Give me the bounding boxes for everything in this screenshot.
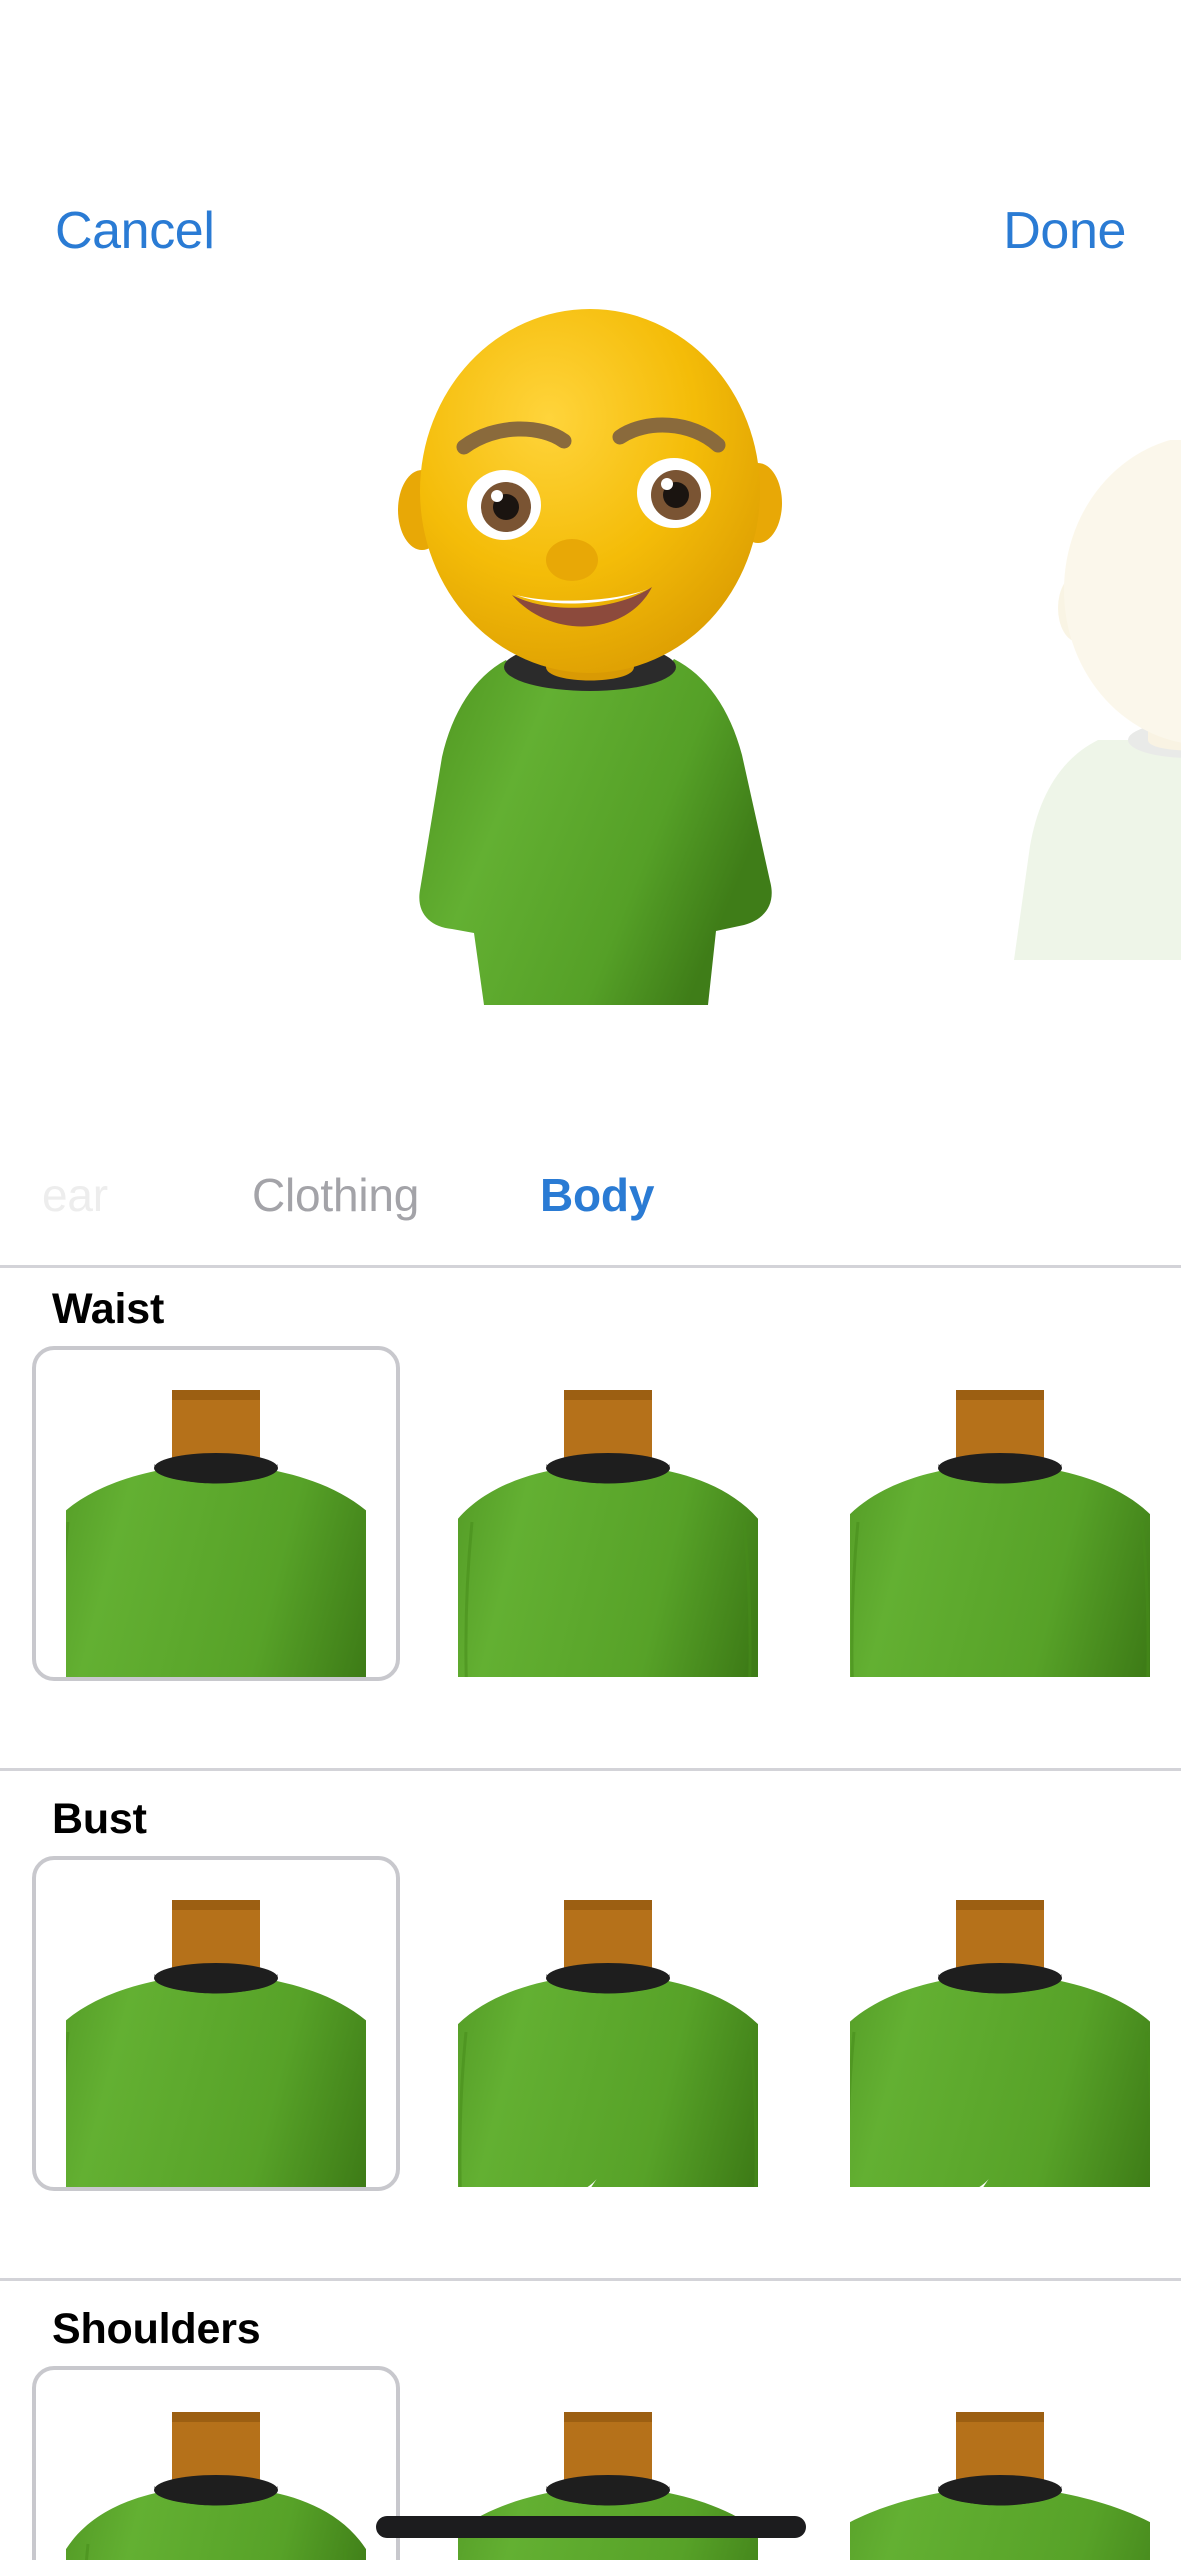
waist-option-1[interactable] — [424, 1346, 792, 1681]
bust-thumb-1 — [428, 1874, 788, 2187]
waist-option-2[interactable] — [816, 1346, 1181, 1681]
shoulders-option-0[interactable] — [32, 2366, 400, 2560]
ghost-shirt — [1014, 740, 1181, 960]
avatar-memoji-next-preview[interactable] — [1008, 437, 1181, 1000]
shoulders-option-2[interactable] — [816, 2366, 1181, 2560]
avatar-memoji-current[interactable] — [356, 305, 826, 1015]
avatar-eye-glint-left — [490, 490, 503, 502]
divider-below-waist — [0, 1768, 1181, 1771]
bust-option-0[interactable] — [32, 1856, 400, 2191]
memoji-ghost-illustration — [1014, 437, 1181, 960]
avatar-eye-glint-right — [660, 478, 673, 490]
bust-option-2[interactable] — [816, 1856, 1181, 2191]
waist-thumb-2 — [820, 1364, 1180, 1677]
avatar-preview-carousel[interactable] — [0, 285, 1181, 1130]
ghost-head — [1064, 437, 1181, 743]
divider-below-bust — [0, 2278, 1181, 2281]
waist-thumb-1 — [429, 1364, 786, 1677]
bust-thumb-2 — [820, 1874, 1180, 2187]
navigation-bar: Cancel Done — [0, 0, 1181, 285]
section-waist: Waist — [0, 1285, 1181, 1765]
tab-body[interactable]: Body — [540, 1168, 654, 1222]
section-title-shoulders: Shoulders — [52, 2305, 261, 2353]
section-bust: Bust — [0, 1795, 1181, 2275]
tab-headwear[interactable]: ear — [42, 1168, 108, 1222]
memoji-illustration — [397, 309, 782, 1005]
shoulders-thumb-0 — [59, 2386, 373, 2560]
avatar-shirt — [418, 659, 772, 1005]
category-tab-bar[interactable]: ear Clothing Body — [0, 1130, 1181, 1260]
waist-option-0[interactable] — [32, 1346, 400, 1681]
divider-below-tabs — [0, 1265, 1181, 1268]
section-title-waist: Waist — [52, 1285, 165, 1333]
section-title-bust: Bust — [52, 1795, 147, 1843]
bust-option-row — [0, 1856, 1181, 2191]
shoulders-thumb-2 — [820, 2386, 1180, 2560]
memoji-editor-screen: Cancel Done ear Clothing Body Waist Bust… — [0, 0, 1181, 2560]
done-button[interactable]: Done — [1003, 205, 1126, 257]
bust-option-1[interactable] — [424, 1856, 792, 2191]
waist-option-row — [0, 1346, 1181, 1681]
home-indicator[interactable] — [375, 2516, 806, 2538]
waist-thumb-0 — [36, 1364, 396, 1677]
cancel-button[interactable]: Cancel — [55, 205, 215, 257]
avatar-nose — [545, 539, 598, 581]
tab-clothing[interactable]: Clothing — [252, 1168, 419, 1222]
bust-thumb-0 — [36, 1874, 396, 2187]
